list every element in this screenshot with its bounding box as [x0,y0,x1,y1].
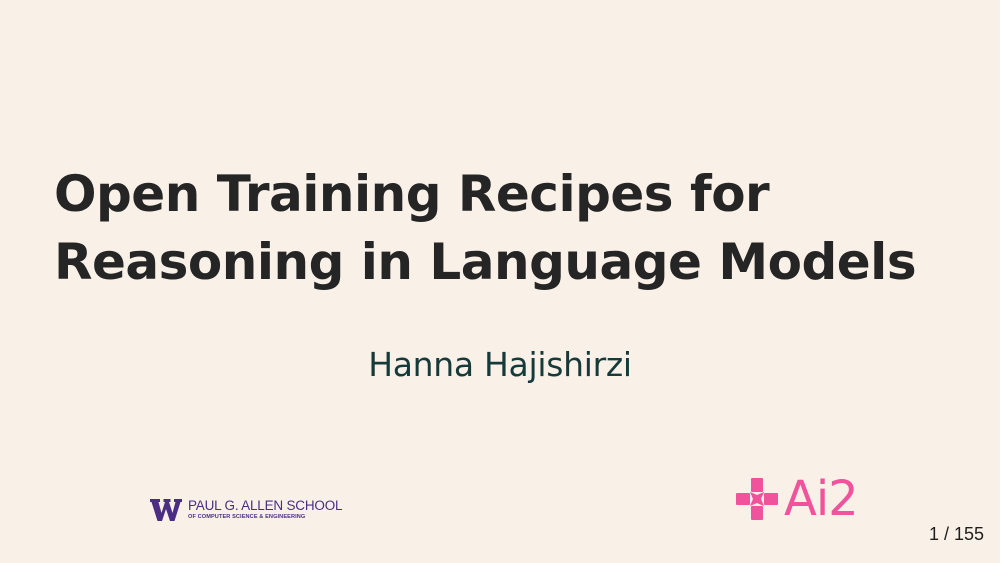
uw-school-subtitle: OF COMPUTER SCIENCE & ENGINEERING [188,514,306,520]
page-counter: 1 / 155 [928,524,984,544]
uw-allen-school-logo: PAUL G. ALLEN SCHOOL OF COMPUTER SCIENCE… [150,495,343,525]
title-line-1: Open Training Recipes for [54,165,770,223]
slide: Open Training Recipes for Reasoning in L… [0,0,1000,563]
uw-logo-text: PAUL G. ALLEN SCHOOL OF COMPUTER SCIENCE… [188,498,343,521]
ai2-logo: Ai2 [734,471,859,527]
ai2-wordmark: Ai2 [784,471,859,527]
uw-school-name: PAUL G. ALLEN SCHOOL [188,498,343,513]
uw-w-icon [150,499,182,521]
title-line-2: Reasoning in Language Models [54,233,917,291]
ai2-sparkle-icon [736,478,778,520]
slide-title: Open Training Recipes for Reasoning in L… [54,160,974,296]
author-name: Hanna Hajishirzi [368,345,632,384]
